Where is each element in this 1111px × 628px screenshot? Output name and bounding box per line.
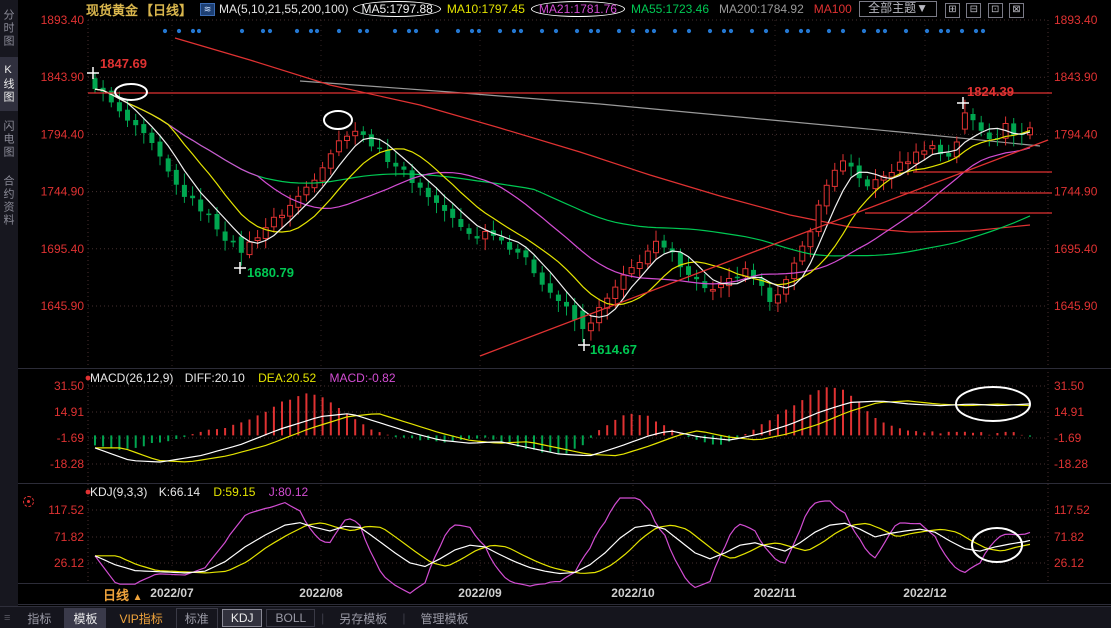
svg-text:1843.90: 1843.90 [41,70,85,84]
timeframe-dropdown[interactable]: 日线 ▲ [103,585,143,604]
ma-value-0: MA5:1797.88 [353,1,440,17]
svg-text:71.82: 71.82 [54,530,84,544]
button-standard-template[interactable]: 标准 [176,608,218,628]
sidebar-item-lightning-chart[interactable]: 闪电图 [0,113,18,166]
tab-templates[interactable]: 模板 [64,608,106,628]
crosshair-tool-icon[interactable]: ⊞ [945,3,960,18]
macd-macd-value: MACD:-0.82 [329,371,395,385]
expand-axis-icon[interactable]: ⊡ [988,3,1003,18]
svg-text:-1.69: -1.69 [1054,431,1082,445]
svg-text:1695.40: 1695.40 [1054,242,1098,256]
ma-value-3: MA55:1723.46 [631,2,709,16]
trading-app-window: 1893.401893.401843.901843.901794.401794.… [0,0,1111,628]
svg-text:1843.90: 1843.90 [1054,70,1098,84]
svg-text:2022/12: 2022/12 [903,586,947,600]
macd-title: MACD(26,12,9) [90,371,173,385]
button-kdj-template[interactable]: KDJ [222,609,263,627]
compress-axis-icon[interactable]: ⊟ [966,3,981,18]
ma-value-4: MA200:1784.92 [719,2,804,16]
ma-value-2: MA21:1781.76 [531,1,625,17]
button-save-template[interactable]: 另存模板 [330,608,396,628]
kdj-pane-header: KDJ(9,3,3) K:66.14 D:59.15 J:80.12 [90,485,308,499]
ma-indicator-icon: ≋ [200,3,215,16]
svg-text:117.52: 117.52 [1054,503,1090,517]
pop-out-icon[interactable]: ⊠ [1009,3,1024,18]
ma-value-1: MA10:1797.45 [447,2,525,16]
svg-text:1794.40: 1794.40 [41,127,85,141]
svg-text:1794.40: 1794.40 [1054,127,1098,141]
chart-header: 现货黄金 【日线】 ≋ MA(5,10,21,55,200,100) MA5:1… [18,0,1111,18]
svg-text:31.50: 31.50 [54,379,84,393]
timeframe-label: 日线 [103,588,129,603]
toolbar-menu-icon[interactable]: ≡ [4,612,10,624]
svg-text:1614.67: 1614.67 [590,342,637,357]
sidebar-item-contract-info[interactable]: 合约资料 [0,168,18,234]
chart-type-sidebar: 分时图 K线图 闪电图 合约资料 [0,0,18,606]
kdj-j-value: J:80.12 [269,485,308,499]
button-manage-templates[interactable]: 管理模板 [411,608,477,628]
svg-text:1744.90: 1744.90 [41,185,85,199]
theme-dropdown-button[interactable]: 全部主题▼ [859,1,937,17]
button-boll-template[interactable]: BOLL [266,609,315,627]
tab-indicators[interactable]: 指标 [18,608,60,628]
svg-text:2022/10: 2022/10 [611,586,655,600]
svg-text:1695.40: 1695.40 [41,242,85,256]
svg-text:1645.90: 1645.90 [1054,299,1098,313]
svg-text:26.12: 26.12 [54,556,84,570]
svg-text:1680.79: 1680.79 [247,265,294,280]
svg-text:2022/11: 2022/11 [754,586,797,600]
svg-text:14.91: 14.91 [54,405,84,419]
svg-text:2022/09: 2022/09 [458,586,502,600]
svg-text:-18.28: -18.28 [50,457,84,471]
svg-text:1824.39: 1824.39 [967,84,1014,99]
kdj-d-value: D:59.15 [213,485,255,499]
macd-dea-value: DEA:20.52 [258,371,316,385]
svg-text:-1.69: -1.69 [57,431,85,445]
sidebar-item-kline-chart[interactable]: K线图 [0,57,18,111]
kdj-settings-icon[interactable] [23,496,34,507]
svg-text:2022/08: 2022/08 [299,586,343,600]
svg-text:1744.90: 1744.90 [1054,185,1098,199]
chevron-up-icon: ▲ [133,592,143,603]
instrument-title: 现货黄金 [86,0,138,19]
header-tool-buttons: ⊞ ⊟ ⊡ ⊠ [945,1,1027,18]
svg-text:-18.28: -18.28 [1054,457,1088,471]
kdj-k-value: K:66.14 [159,485,200,499]
svg-text:2022/07: 2022/07 [150,586,194,600]
ma-group-label: MA(5,10,21,55,200,100) [219,2,348,16]
macd-diff-value: DIFF:20.10 [185,371,245,385]
svg-text:14.91: 14.91 [1054,405,1084,419]
macd-pane-header: MACD(26,12,9) DIFF:20.10 DEA:20.52 MACD:… [90,371,396,385]
kdj-title: KDJ(9,3,3) [90,485,147,499]
bottom-toolbar: ≡ 指标 模板 VIP指标 标准 KDJ BOLL | 另存模板 | 管理模板 [0,606,1111,628]
svg-text:1645.90: 1645.90 [41,299,85,313]
svg-text:26.12: 26.12 [1054,556,1084,570]
sidebar-item-time-chart[interactable]: 分时图 [0,2,18,55]
ma-value-5: MA100 [814,2,852,16]
button-vip-indicators[interactable]: VIP指标 [110,608,171,628]
svg-text:71.82: 71.82 [1054,530,1084,544]
svg-text:117.52: 117.52 [48,503,84,517]
svg-text:1847.69: 1847.69 [100,56,147,71]
period-label: 【日线】 [140,0,192,19]
svg-text:31.50: 31.50 [1054,379,1084,393]
